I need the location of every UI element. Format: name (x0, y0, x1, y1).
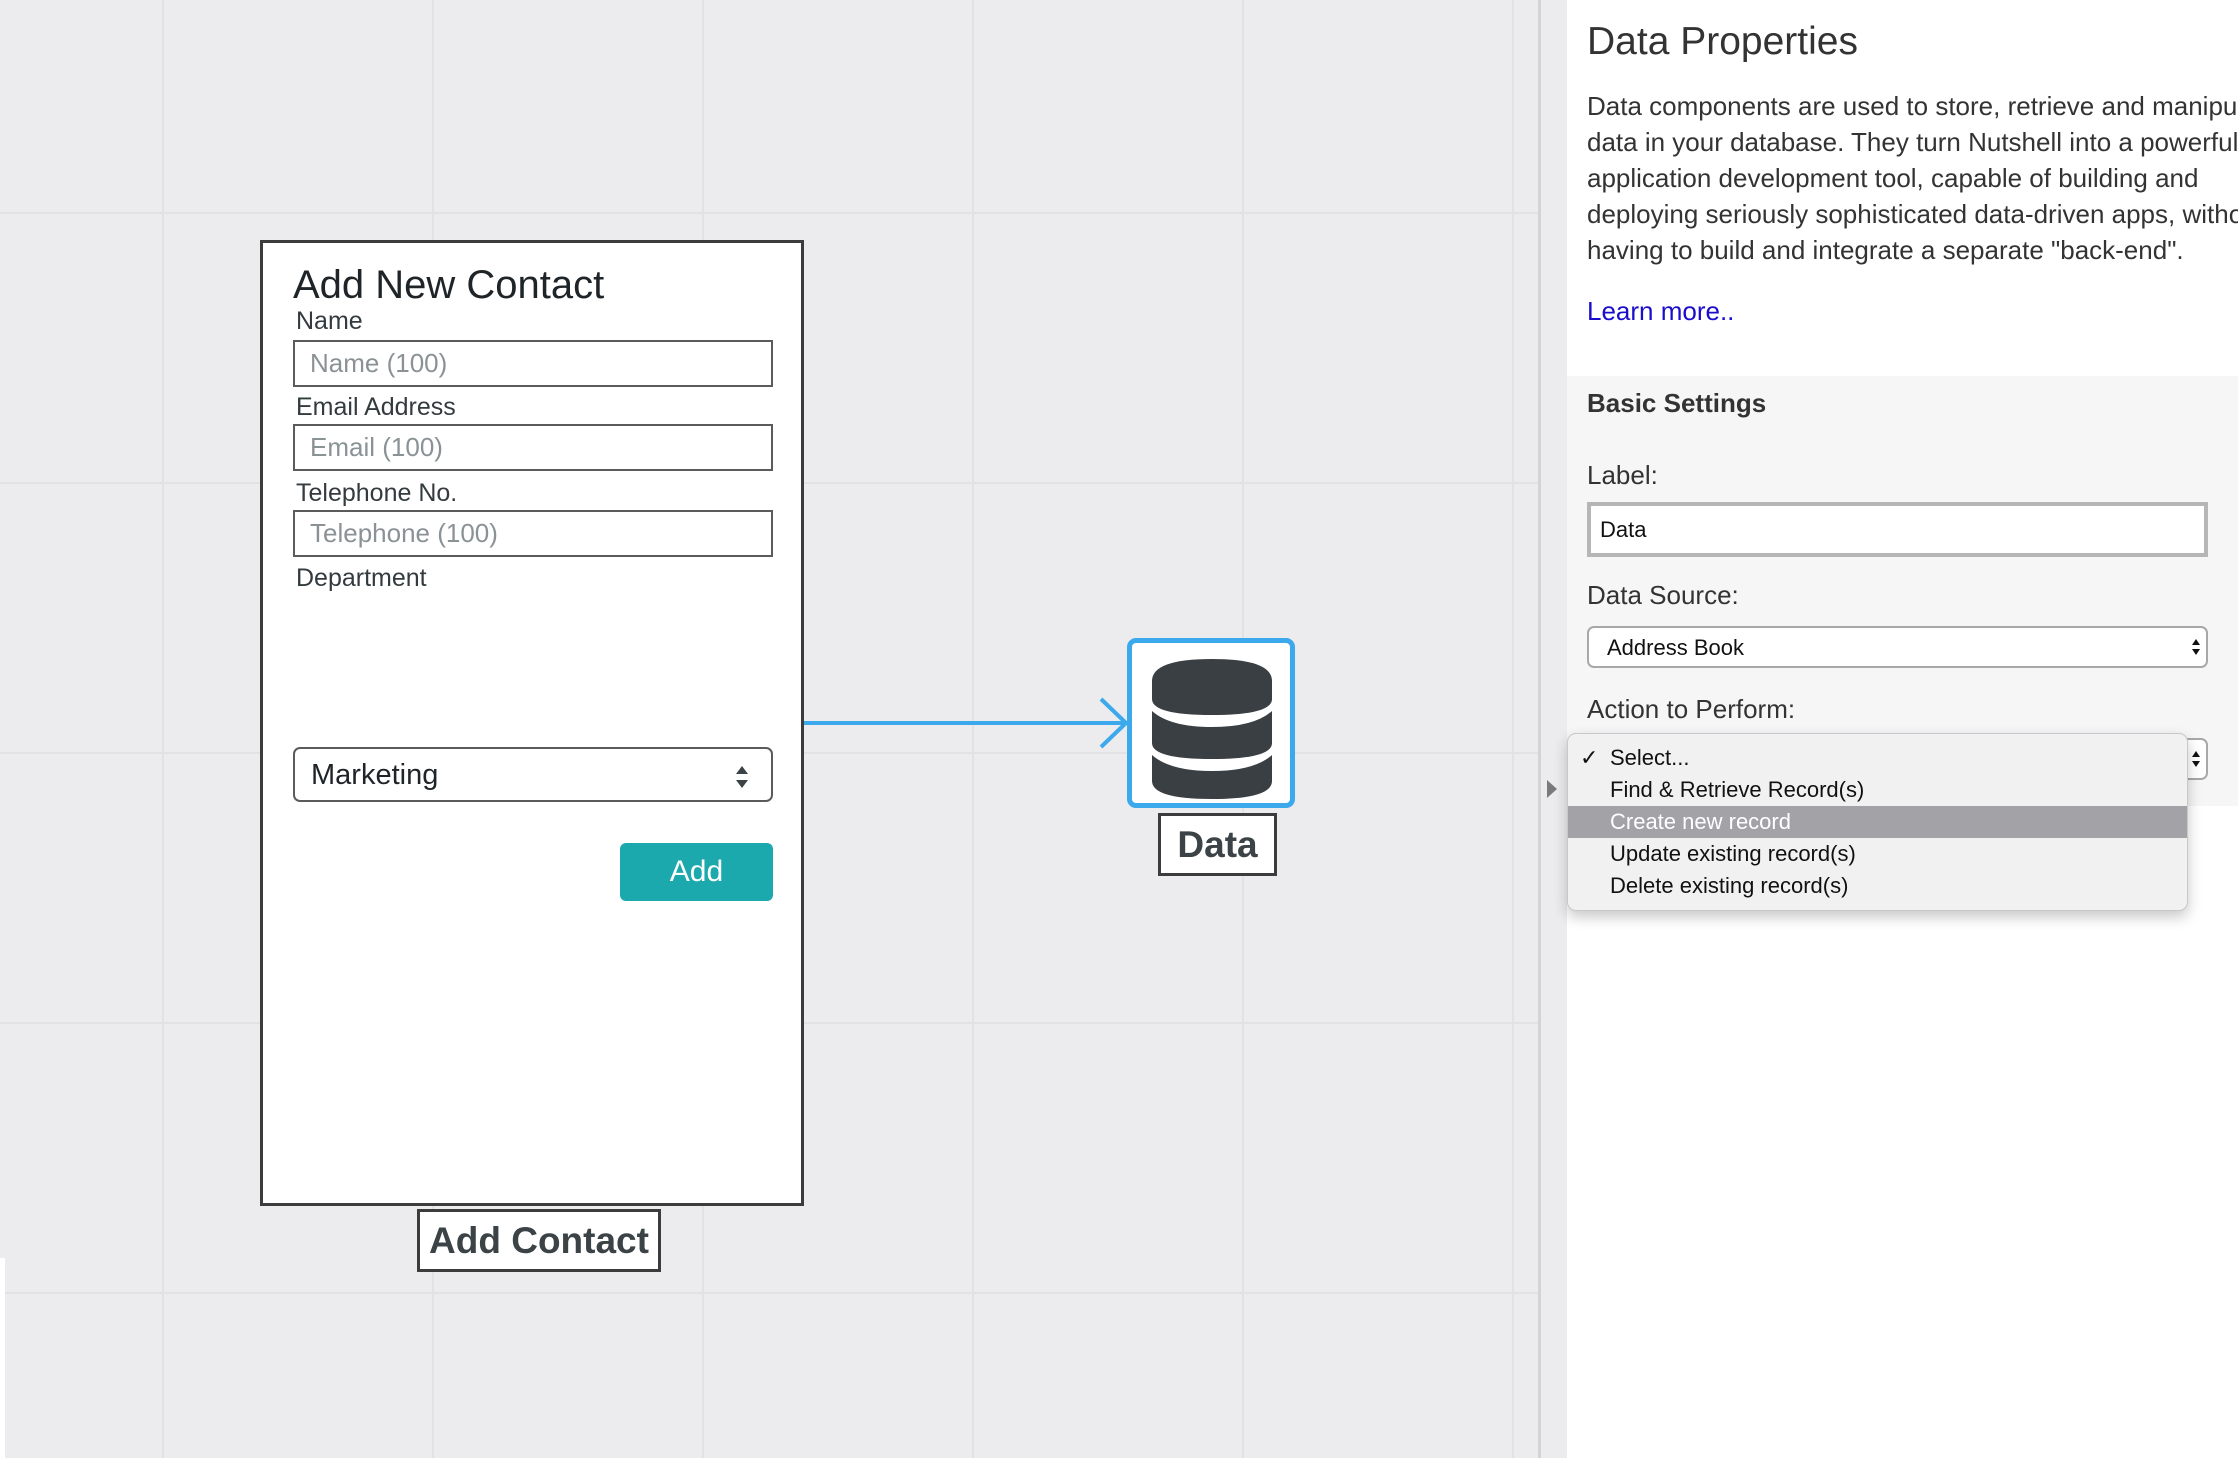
data-source-value: Address Book (1607, 635, 1744, 660)
menu-item-update-existing[interactable]: Update existing record(s) (1568, 838, 2187, 870)
panel-divider[interactable] (1538, 0, 1541, 1458)
menu-item-label: Update existing record(s) (1610, 841, 1856, 866)
data-node-caption[interactable]: Data (1158, 813, 1277, 876)
app-root: Add New Contact Name Email Address Telep… (0, 0, 2238, 1458)
menu-item-create-new[interactable]: Create new record (1568, 806, 2187, 838)
menu-item-delete-existing[interactable]: Delete existing record(s) (1568, 870, 2187, 902)
action-label: Action to Perform: (1587, 694, 1796, 724)
design-canvas[interactable]: Add New Contact Name Email Address Telep… (0, 0, 1540, 1458)
data-source-label: Data Source: (1587, 580, 1739, 610)
data-node[interactable] (1127, 638, 1295, 808)
select-arrows-icon (2192, 639, 2200, 655)
select-updown-icon (736, 766, 748, 788)
telephone-label: Telephone No. (296, 479, 458, 507)
menu-item-select[interactable]: ✓ Select... (1568, 742, 2187, 774)
properties-panel: Data Properties Data components are used… (1567, 0, 2238, 1458)
connector-arrow[interactable] (804, 690, 1134, 760)
basic-settings-title: Basic Settings (1587, 388, 1767, 418)
form-node-caption[interactable]: Add Contact (417, 1209, 661, 1272)
menu-item-label: Create new record (1610, 809, 1791, 834)
department-value: Marketing (311, 759, 439, 791)
menu-item-label: Delete existing record(s) (1610, 873, 1849, 898)
database-icon (1152, 659, 1272, 799)
name-label: Name (296, 307, 363, 335)
action-dropdown-menu[interactable]: ✓ Select... Find & Retrieve Record(s) Cr… (1567, 733, 2188, 911)
menu-item-label: Select... (1610, 745, 1690, 770)
label-field-label: Label: (1587, 460, 1658, 490)
panel-title: Data Properties (1587, 20, 1858, 63)
menu-item-label: Find & Retrieve Record(s) (1610, 777, 1865, 802)
panel-description: Data components are used to store, retri… (1587, 91, 2238, 265)
learn-more-link[interactable]: Learn more.. (1587, 296, 1734, 327)
telephone-input[interactable] (293, 510, 773, 557)
canvas-corner (0, 1258, 5, 1458)
form-title: Add New Contact (293, 263, 605, 307)
panel-collapse-arrow-icon[interactable] (1547, 780, 1557, 798)
menu-item-find-retrieve[interactable]: Find & Retrieve Record(s) (1568, 774, 2187, 806)
email-input[interactable] (293, 424, 773, 471)
name-input[interactable] (293, 340, 773, 387)
email-label: Email Address (296, 393, 456, 421)
department-select[interactable]: Marketing (293, 747, 773, 802)
checkmark-icon: ✓ (1580, 745, 1599, 770)
department-label: Department (296, 564, 427, 592)
data-source-select[interactable]: Address Book (1587, 626, 2208, 668)
add-button[interactable]: Add (620, 843, 773, 901)
select-arrows-icon (2192, 751, 2200, 767)
label-input[interactable] (1587, 502, 2208, 557)
form-node-add-contact[interactable]: Add New Contact Name Email Address Telep… (260, 240, 804, 1206)
